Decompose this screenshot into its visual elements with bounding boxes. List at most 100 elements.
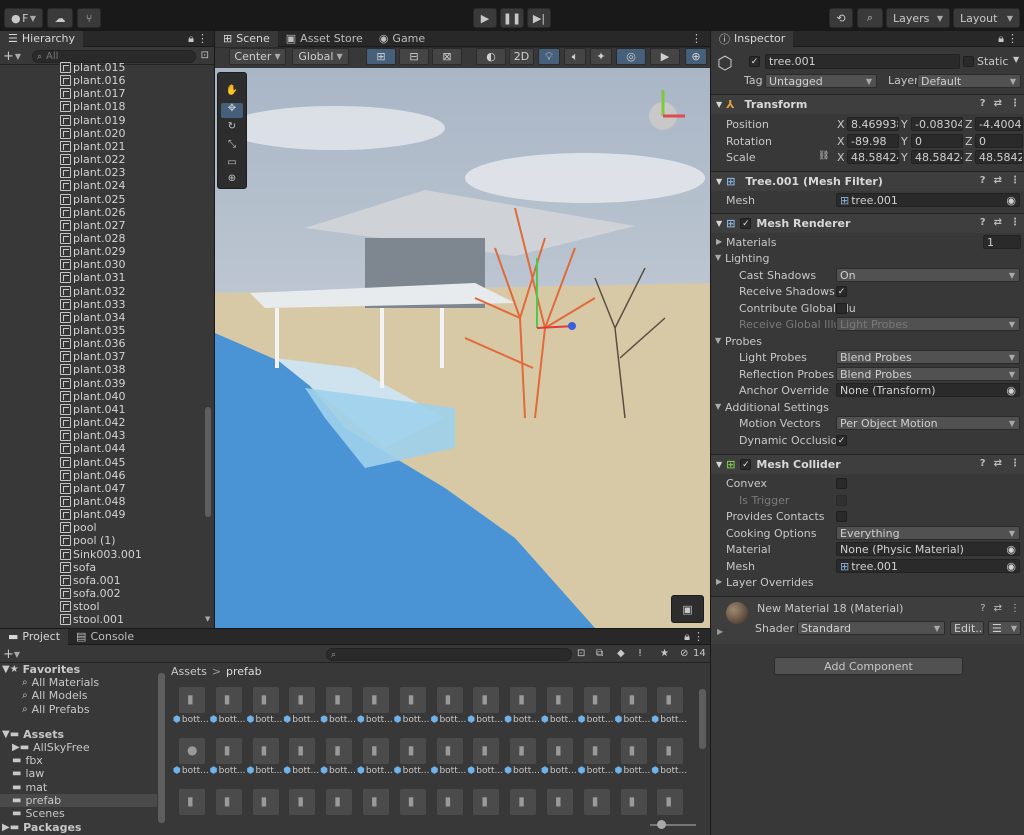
tag-dropdown[interactable]: Untagged ▼ (765, 74, 877, 88)
hierarchy-item[interactable]: plant.017 (0, 87, 205, 100)
hierarchy-scrollbar[interactable] (205, 407, 211, 517)
mesh-filter-header[interactable]: ▼ ⊞ Tree.001 (Mesh Filter) ? ⇄ ⋮ (711, 171, 1024, 191)
asset-folder[interactable]: ▬ mat (0, 781, 157, 794)
mesh-collider-enabled-checkbox[interactable]: ✓ (740, 459, 752, 470)
rotation-x-field[interactable]: -89.98 (847, 134, 899, 148)
scale-z-field[interactable]: 48.58424 (975, 150, 1023, 164)
hierarchy-item[interactable]: plant.040 (0, 390, 205, 403)
asset-thumbnail[interactable]: ▮ (252, 687, 279, 713)
pause-button[interactable]: ❚❚ (500, 8, 524, 28)
space-dropdown[interactable]: Global ▼ (292, 48, 349, 65)
step-button[interactable]: ▶| (527, 8, 551, 28)
asset-thumbnail[interactable]: ▮ (363, 789, 389, 815)
assets-foldout[interactable]: ▼▬ Assets (0, 728, 157, 741)
hierarchy-item[interactable]: plant.036 (0, 337, 205, 350)
cast-shadows-dropdown[interactable]: On ▼ (836, 268, 1020, 282)
asset-folder[interactable]: ▬ law (0, 767, 157, 780)
preset-icon[interactable]: ⇄ (994, 217, 1002, 228)
asset-folder[interactable]: ▬ fbx (0, 754, 157, 767)
preset-icon[interactable]: ⇄ (994, 175, 1002, 186)
collab-button[interactable]: ⑂ (77, 8, 101, 28)
asset-thumbnail[interactable]: ▮ (289, 789, 316, 815)
rotation-z-field[interactable]: 0 (975, 134, 1023, 148)
asset-thumbnail[interactable]: ▮ (547, 789, 573, 815)
hierarchy-item[interactable]: plant.046 (0, 469, 205, 482)
materials-count-field[interactable]: 1 (983, 235, 1021, 249)
asset-thumbnail[interactable]: ▮ (473, 738, 500, 764)
rotate-tool-icon[interactable]: ↻ (221, 121, 243, 136)
asset-thumbnail[interactable]: ▮ (620, 738, 647, 764)
hierarchy-item[interactable]: plant.030 (0, 258, 205, 271)
mesh-renderer-header[interactable]: ▼ ⊞ ✓ Mesh Renderer ? ⇄ ⋮ (711, 213, 1024, 233)
hierarchy-item[interactable]: plant.039 (0, 377, 205, 390)
layers-dropdown[interactable]: Layers ▼ (886, 8, 950, 28)
reflection-probes-dropdown[interactable]: Blend Probes ▼ (836, 367, 1020, 381)
hierarchy-item[interactable]: plant.042 (0, 416, 205, 429)
rect-tool-icon[interactable]: ▭ (221, 157, 243, 172)
favorites-foldout[interactable]: ▼★ Favorites (0, 663, 157, 676)
move-tool-icon[interactable]: ✥ (221, 103, 243, 118)
asset-thumbnail[interactable]: ▮ (179, 789, 205, 815)
add-component-button[interactable]: Add Component (774, 657, 963, 675)
scale-x-field[interactable]: 48.58424 (847, 150, 899, 164)
hierarchy-item[interactable]: plant.015 (0, 61, 205, 74)
tab-asset-store[interactable]: ▣ Asset Store (278, 31, 371, 47)
chevron-right-icon[interactable]: ▶ (716, 237, 722, 246)
scene-search-icon[interactable]: ⊡ (201, 50, 209, 61)
asset-thumbnail[interactable]: ▮ (510, 738, 537, 764)
receive-gi-dropdown[interactable]: Light Probes ▼ (836, 317, 1020, 331)
hierarchy-item[interactable]: plant.029 (0, 245, 205, 258)
pivot-dropdown[interactable]: Center ▼ (229, 48, 286, 65)
chevron-down-icon[interactable]: ▼ (715, 402, 721, 411)
kebab-menu-icon[interactable]: ⋮ (1010, 603, 1020, 614)
asset-thumbnail[interactable]: ▮ (179, 687, 205, 713)
asset-thumbnail[interactable]: ▮ (215, 738, 242, 764)
transform-tool-icon[interactable]: ⊕ (221, 173, 243, 188)
preset-icon[interactable]: ⇄ (994, 603, 1002, 614)
asset-thumbnail[interactable]: ▮ (510, 789, 537, 815)
motion-vectors-dropdown[interactable]: Per Object Motion ▼ (836, 416, 1020, 430)
hierarchy-item[interactable]: plant.024 (0, 179, 205, 192)
favorite-item[interactable]: ⌕ All Materials (0, 676, 157, 689)
asset-folder[interactable]: ▬ prefab (0, 793, 157, 807)
kebab-menu-icon[interactable]: ⋮ (1007, 32, 1018, 45)
hierarchy-item[interactable]: Sink003.001 (0, 548, 205, 561)
packages-foldout[interactable]: ▶▬ Packages (0, 821, 157, 834)
shader-dropdown[interactable]: Standard ▼ (797, 621, 945, 635)
layout-dropdown[interactable]: Layout ▼ (953, 8, 1020, 28)
cooking-options-dropdown[interactable]: Everything ▼ (836, 526, 1020, 540)
asset-folder[interactable]: ▬ Scenes (0, 807, 157, 820)
project-search-input[interactable]: ⌕ (326, 648, 572, 661)
draw-mode-button[interactable]: ◐ (476, 48, 506, 65)
hierarchy-item[interactable]: pool (0, 521, 205, 534)
hierarchy-item[interactable]: plant.047 (0, 482, 205, 495)
hierarchy-item[interactable]: plant.038 (0, 363, 205, 376)
link-icon[interactable]: ⛓ (818, 151, 829, 161)
hierarchy-item[interactable]: plant.043 (0, 429, 205, 442)
asset-folder[interactable]: ▶▬ AllSkyFree (0, 741, 157, 754)
tab-hierarchy[interactable]: ☰ Hierarchy (0, 30, 84, 47)
is-trigger-checkbox[interactable] (836, 495, 847, 506)
hierarchy-item[interactable]: plant.034 (0, 311, 205, 324)
asset-thumbnail[interactable]: ▮ (399, 687, 426, 713)
object-picker-icon[interactable]: ◉ (1006, 560, 1016, 572)
tab-game[interactable]: ◉ Game (371, 31, 433, 47)
hierarchy-item[interactable]: plant.049 (0, 508, 205, 521)
hierarchy-item[interactable]: plant.044 (0, 442, 205, 455)
history-button[interactable]: ⟲ (829, 8, 853, 28)
help-icon[interactable]: ? (980, 98, 986, 109)
edit-shader-button[interactable]: Edit... (950, 621, 984, 635)
move-gizmo-z[interactable] (568, 322, 576, 330)
favorite-item[interactable]: ⌕ All Prefabs (0, 703, 157, 716)
project-tree-scrollbar[interactable] (158, 673, 165, 823)
chevron-down-icon[interactable]: ▼ (715, 253, 721, 262)
active-checkbox[interactable]: ✓ (749, 56, 760, 67)
search-scene-icon[interactable]: ⊡ (577, 648, 585, 659)
help-icon[interactable]: ? (980, 603, 985, 614)
favorite-item[interactable]: ⌕ All Models (0, 689, 157, 702)
asset-thumbnail[interactable]: ▮ (289, 687, 316, 713)
asset-thumbnail[interactable]: ▮ (473, 687, 500, 713)
tab-console[interactable]: ▤ Console (68, 629, 142, 645)
asset-thumbnail[interactable]: ▮ (510, 687, 537, 713)
hierarchy-item[interactable]: sofa.002 (0, 587, 205, 600)
